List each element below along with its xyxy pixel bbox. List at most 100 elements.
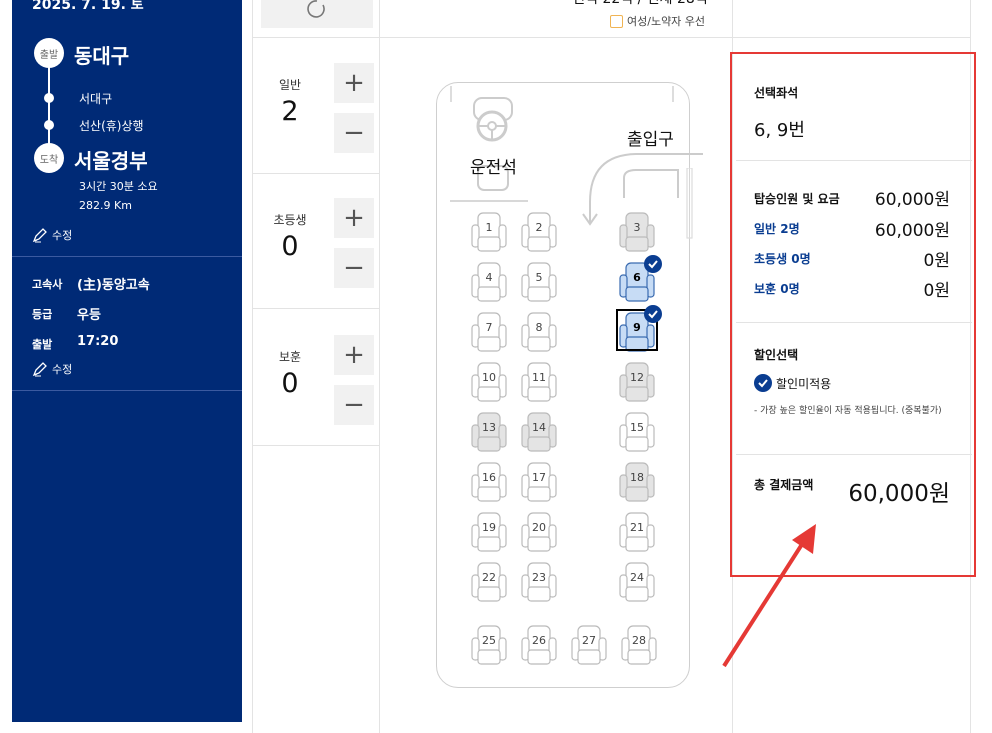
edit-pen-icon bbox=[32, 362, 47, 377]
seat-icon bbox=[521, 312, 557, 352]
seat-6[interactable]: 6 bbox=[618, 255, 662, 302]
seat-22[interactable]: 22 bbox=[470, 561, 508, 602]
seat-10[interactable]: 10 bbox=[470, 361, 508, 402]
seat-12: 12 bbox=[618, 361, 656, 402]
seat-icon bbox=[521, 625, 557, 665]
seat-27[interactable]: 27 bbox=[570, 624, 608, 665]
total-value: 60,000원 bbox=[848, 481, 950, 507]
seat-icon bbox=[471, 312, 507, 352]
seat-icon bbox=[471, 512, 507, 552]
via-dot bbox=[44, 120, 54, 130]
booking-summary: 선택좌석 6, 9번 탑승인원 및 요금 60,000원 일반 2명 60,00… bbox=[730, 52, 976, 577]
seat-7[interactable]: 7 bbox=[470, 311, 508, 352]
seat-2[interactable]: 2 bbox=[520, 211, 558, 252]
seat-icon bbox=[521, 362, 557, 402]
seat-1[interactable]: 1 bbox=[470, 211, 508, 252]
distance-text: 282.9 Km bbox=[79, 199, 132, 212]
seat-4[interactable]: 4 bbox=[470, 261, 508, 302]
seat-9[interactable]: 9 bbox=[616, 305, 662, 352]
seat-check-icon bbox=[644, 255, 662, 273]
seat-number: 10 bbox=[482, 371, 496, 384]
seat-26[interactable]: 26 bbox=[520, 624, 558, 665]
seat-3: 3 bbox=[618, 211, 656, 252]
seat-check-icon bbox=[644, 305, 662, 323]
seat-16[interactable]: 16 bbox=[470, 461, 508, 502]
seat-28[interactable]: 28 bbox=[620, 624, 658, 665]
seat-number: 1 bbox=[485, 221, 493, 234]
divider bbox=[736, 454, 972, 455]
grade-value: 우등 bbox=[77, 308, 101, 323]
seat-icon bbox=[471, 562, 507, 602]
refresh-button[interactable] bbox=[261, 0, 373, 28]
seat-18: 18 bbox=[618, 461, 656, 502]
seat-15[interactable]: 15 bbox=[618, 411, 656, 452]
seat-number: 3 bbox=[633, 221, 641, 234]
seat-icon bbox=[471, 262, 507, 302]
company-label: 고속사 bbox=[32, 278, 63, 291]
passenger-count: 2 bbox=[281, 96, 299, 127]
seat-number: 25 bbox=[482, 634, 496, 647]
passenger-count: 0 bbox=[281, 231, 299, 262]
seat-icon bbox=[471, 462, 507, 502]
via-stop-1: 서대구 bbox=[79, 92, 113, 106]
seat-20[interactable]: 20 bbox=[520, 511, 558, 552]
seat-number: 4 bbox=[485, 271, 493, 284]
seat-icon bbox=[571, 625, 607, 665]
seat-25[interactable]: 25 bbox=[470, 624, 508, 665]
fare-row-label: 보훈 0명 bbox=[754, 282, 800, 296]
divider bbox=[12, 256, 242, 257]
decrease-button[interactable]: − bbox=[334, 385, 374, 425]
seat-icon bbox=[521, 412, 557, 452]
fare-row-value: 0원 bbox=[923, 281, 950, 301]
passenger-count: 0 bbox=[281, 368, 299, 399]
seat-number: 26 bbox=[532, 634, 546, 647]
seat-icon bbox=[619, 462, 655, 502]
discount-title: 할인선택 bbox=[754, 348, 799, 362]
seat-icon bbox=[521, 512, 557, 552]
discount-option-label: 할인미적용 bbox=[776, 376, 832, 391]
seat-count: 전석 22석 / 전체 28석 bbox=[520, 0, 760, 8]
plus-icon: + bbox=[343, 340, 365, 370]
seat-5[interactable]: 5 bbox=[520, 261, 558, 302]
decrease-button[interactable]: − bbox=[334, 248, 374, 288]
priority-swatch bbox=[610, 14, 623, 28]
seat-icon bbox=[521, 462, 557, 502]
depart-time-value: 17:20 bbox=[77, 334, 119, 349]
minus-icon: − bbox=[343, 118, 365, 148]
seat-23[interactable]: 23 bbox=[520, 561, 558, 602]
divider bbox=[253, 173, 379, 174]
total-title: 총 결제금액 bbox=[754, 478, 814, 492]
seat-number: 2 bbox=[535, 221, 543, 234]
discount-option[interactable]: 할인미적용 bbox=[754, 374, 831, 392]
annotation-arrow bbox=[722, 524, 816, 668]
seat-number: 12 bbox=[630, 371, 644, 384]
bus-edit-link[interactable]: 수정 bbox=[32, 361, 72, 377]
increase-button[interactable]: + bbox=[334, 335, 374, 375]
seat-icon bbox=[471, 362, 507, 402]
seat-number: 23 bbox=[532, 571, 546, 584]
route-edit-link[interactable]: 수정 bbox=[32, 227, 72, 243]
seat-19[interactable]: 19 bbox=[470, 511, 508, 552]
seat-number: 18 bbox=[630, 471, 644, 484]
seat-icon bbox=[619, 512, 655, 552]
fare-row-value: 60,000원 bbox=[874, 221, 950, 241]
seat-24[interactable]: 24 bbox=[618, 561, 656, 602]
seat-21[interactable]: 21 bbox=[618, 511, 656, 552]
depart-city: 동대구 bbox=[74, 44, 130, 68]
column-border bbox=[379, 0, 380, 733]
increase-button[interactable]: + bbox=[334, 63, 374, 103]
seat-icon bbox=[471, 412, 507, 452]
seat-number: 24 bbox=[630, 571, 644, 584]
seat-number: 17 bbox=[532, 471, 546, 484]
seat-17[interactable]: 17 bbox=[520, 461, 558, 502]
selected-seats-value: 6, 9번 bbox=[754, 120, 805, 141]
passenger-type-label: 일반 bbox=[278, 78, 302, 92]
increase-button[interactable]: + bbox=[334, 198, 374, 238]
decrease-button[interactable]: − bbox=[334, 113, 374, 153]
seat-number: 22 bbox=[482, 571, 496, 584]
seat-11[interactable]: 11 bbox=[520, 361, 558, 402]
seat-number: 11 bbox=[532, 371, 546, 384]
seat-8[interactable]: 8 bbox=[520, 311, 558, 352]
via-dot bbox=[44, 93, 54, 103]
passenger-type-label: 초등생 bbox=[273, 213, 307, 227]
